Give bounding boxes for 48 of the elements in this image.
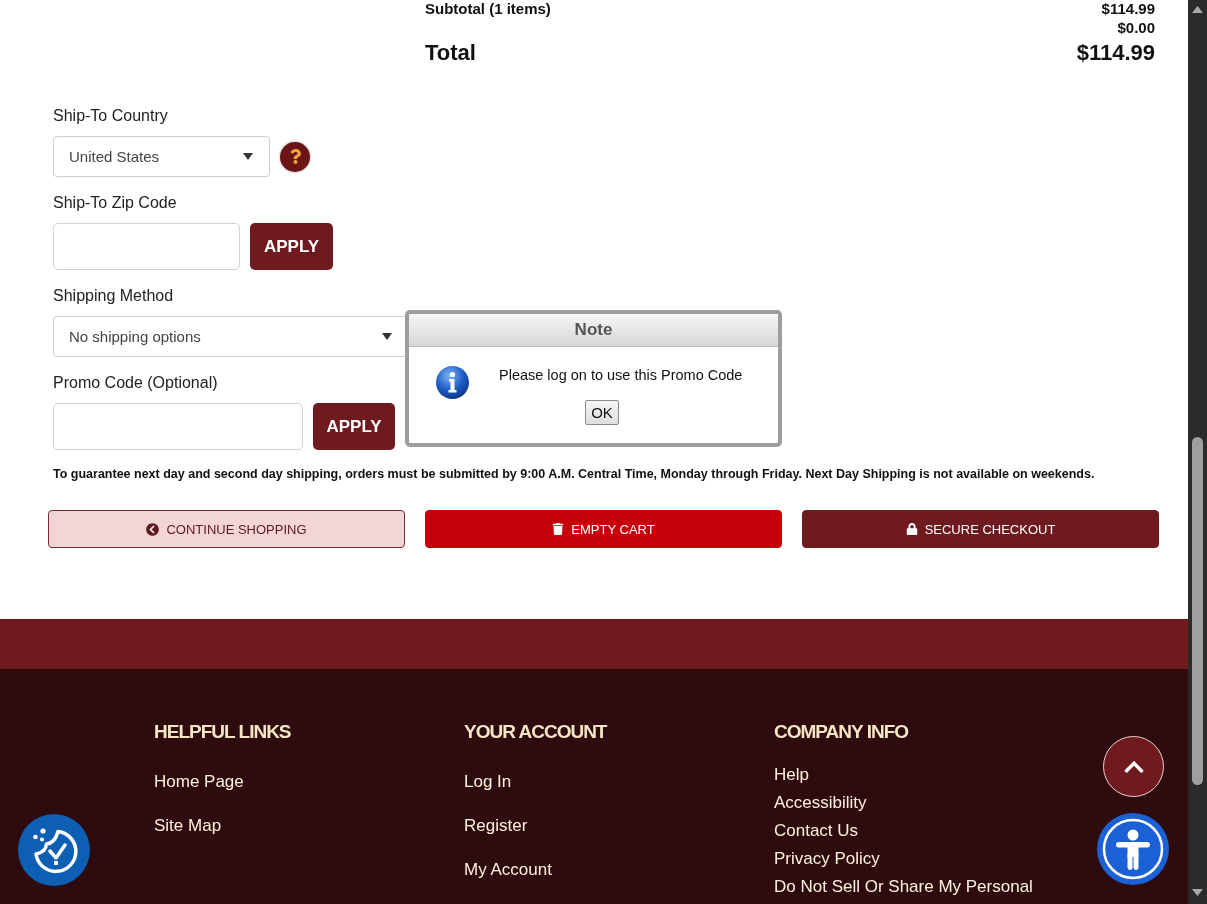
dropdown-select[interactable]: United States	[53, 136, 270, 177]
accessibility-button[interactable]	[1097, 813, 1169, 885]
total-label: Total	[425, 40, 476, 66]
caret-down-icon	[243, 153, 253, 160]
footer-link[interactable]: Site Map	[154, 815, 222, 837]
scroll-down-arrow-icon[interactable]	[1192, 889, 1203, 896]
summary-label: Subtotal (1 items)	[425, 0, 551, 18]
footer-link[interactable]: Register	[464, 815, 528, 837]
scrollbar[interactable]	[1188, 0, 1207, 904]
field-label: Shipping Method	[53, 286, 174, 306]
scrollbar-thumb[interactable]	[1192, 437, 1203, 785]
lock-icon	[905, 523, 918, 535]
trash-icon	[552, 523, 565, 535]
footer-heading: COMPANY INFO	[774, 720, 909, 744]
help-icon[interactable]	[280, 141, 310, 172]
footer-link[interactable]: Home Page	[154, 771, 244, 793]
info-icon	[436, 366, 469, 399]
footer-link[interactable]: Log In	[464, 771, 512, 793]
summary-value: $114.99	[1101, 0, 1155, 18]
footer-link[interactable]: Accessibility	[774, 792, 867, 814]
total-value: $114.99	[1076, 40, 1155, 66]
apply-button[interactable]: APPLY	[313, 403, 395, 450]
text-input-field[interactable]	[53, 223, 240, 270]
summary-value: $0.00	[1117, 19, 1155, 37]
apply-button[interactable]: APPLY	[250, 223, 333, 270]
continue-shopping-button[interactable]: CONTINUE SHOPPING	[48, 510, 405, 548]
dialog-message: Please log on to use this Promo Code	[499, 366, 743, 384]
caret-down-icon	[382, 333, 392, 340]
shipping-notice: To guarantee next day and second day shipping, orders must be submitted by 9:00 A.M. Central Time, Monday through Friday. Next Day Shipping is not available on weekends.	[53, 466, 1095, 482]
field-label: Ship-To Zip Code	[53, 193, 177, 213]
footer-heading: HELPFUL LINKS	[154, 720, 291, 744]
field-label: Promo Code (Optional)	[53, 373, 218, 393]
footer-link[interactable]: Help	[774, 764, 809, 786]
field-label: Ship-To Country	[53, 106, 168, 126]
cookie-check-icon	[18, 814, 90, 886]
text-input-field[interactable]	[53, 403, 303, 450]
footer-link[interactable]: Privacy Policy	[774, 848, 880, 870]
checkout-button[interactable]: SECURE CHECKOUT	[802, 510, 1159, 548]
cookie-settings-button[interactable]	[18, 814, 90, 886]
ok-button[interactable]: OK	[585, 400, 619, 425]
scroll-up-arrow-icon[interactable]	[1192, 6, 1203, 13]
footer-link[interactable]: My Account	[464, 859, 552, 881]
accessibility-person-icon	[1097, 813, 1169, 885]
footer-link[interactable]: Do Not Sell Or Share My Personal	[774, 876, 1033, 898]
footer-heading: YOUR ACCOUNT	[464, 720, 607, 744]
dialog-title: Note	[409, 314, 778, 347]
empty-cart-button[interactable]: EMPTY CART	[425, 510, 782, 548]
footer-link[interactable]: Contact Us	[774, 820, 859, 842]
